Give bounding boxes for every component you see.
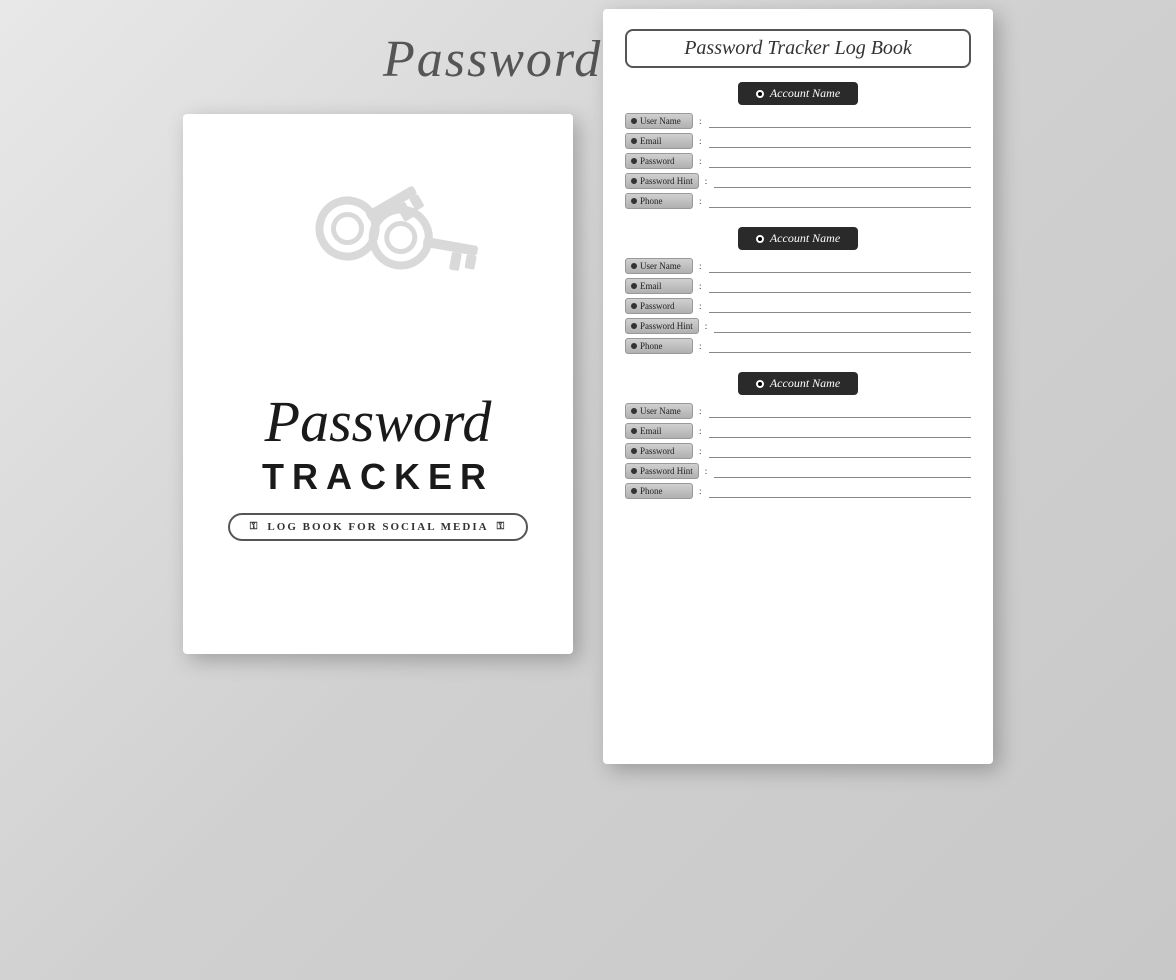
cover-logbook-label: ⚿ LOG BOOK FOR SOCIAL MEDIA ⚿ bbox=[228, 513, 528, 541]
account-section-2: Account Name User Name : Email : Passwor… bbox=[625, 227, 971, 358]
field-phone-1: Phone : bbox=[625, 193, 971, 209]
field-password-3: Password : bbox=[625, 443, 971, 459]
field-phone-2: Phone : bbox=[625, 338, 971, 354]
field-phone-3: Phone : bbox=[625, 483, 971, 499]
logbook-title: Password Tracker Log Book bbox=[625, 29, 971, 68]
field-username-1: User Name : bbox=[625, 113, 971, 129]
account-name-badge-3: Account Name bbox=[738, 372, 858, 395]
cover-tracker-text: TRACKER bbox=[262, 456, 494, 498]
field-email-2: Email : bbox=[625, 278, 971, 294]
account-section-1: Account Name User Name : Email : Passwor… bbox=[625, 82, 971, 213]
field-password-1: Password : bbox=[625, 153, 971, 169]
key-icon-left: ⚿ bbox=[250, 521, 260, 532]
field-password-hint-2: Password Hint : bbox=[625, 318, 971, 334]
right-card: Password Tracker Log Book Account Name U… bbox=[603, 9, 993, 764]
field-username-3: User Name : bbox=[625, 403, 971, 419]
cover-text: Password TRACKER ⚿ LOG BOOK FOR SOCIAL M… bbox=[228, 314, 528, 619]
field-password-hint-3: Password Hint : bbox=[625, 463, 971, 479]
account-section-3: Account Name User Name : Email : Passwor… bbox=[625, 372, 971, 503]
field-password-2: Password : bbox=[625, 298, 971, 314]
account-name-badge-1: Account Name bbox=[738, 82, 858, 105]
key-icon-right: ⚿ bbox=[497, 521, 507, 532]
account-dot-3 bbox=[756, 380, 764, 388]
field-email-3: Email : bbox=[625, 423, 971, 439]
field-password-hint-1: Password Hint : bbox=[625, 173, 971, 189]
account-name-badge-2: Account Name bbox=[738, 227, 858, 250]
account-dot-2 bbox=[756, 235, 764, 243]
keys-icon bbox=[288, 164, 468, 324]
field-username-2: User Name : bbox=[625, 258, 971, 274]
cover-password-text: Password bbox=[265, 393, 492, 451]
left-card: Password TRACKER ⚿ LOG BOOK FOR SOCIAL M… bbox=[183, 114, 573, 654]
field-email-1: Email : bbox=[625, 133, 971, 149]
account-dot-1 bbox=[756, 90, 764, 98]
